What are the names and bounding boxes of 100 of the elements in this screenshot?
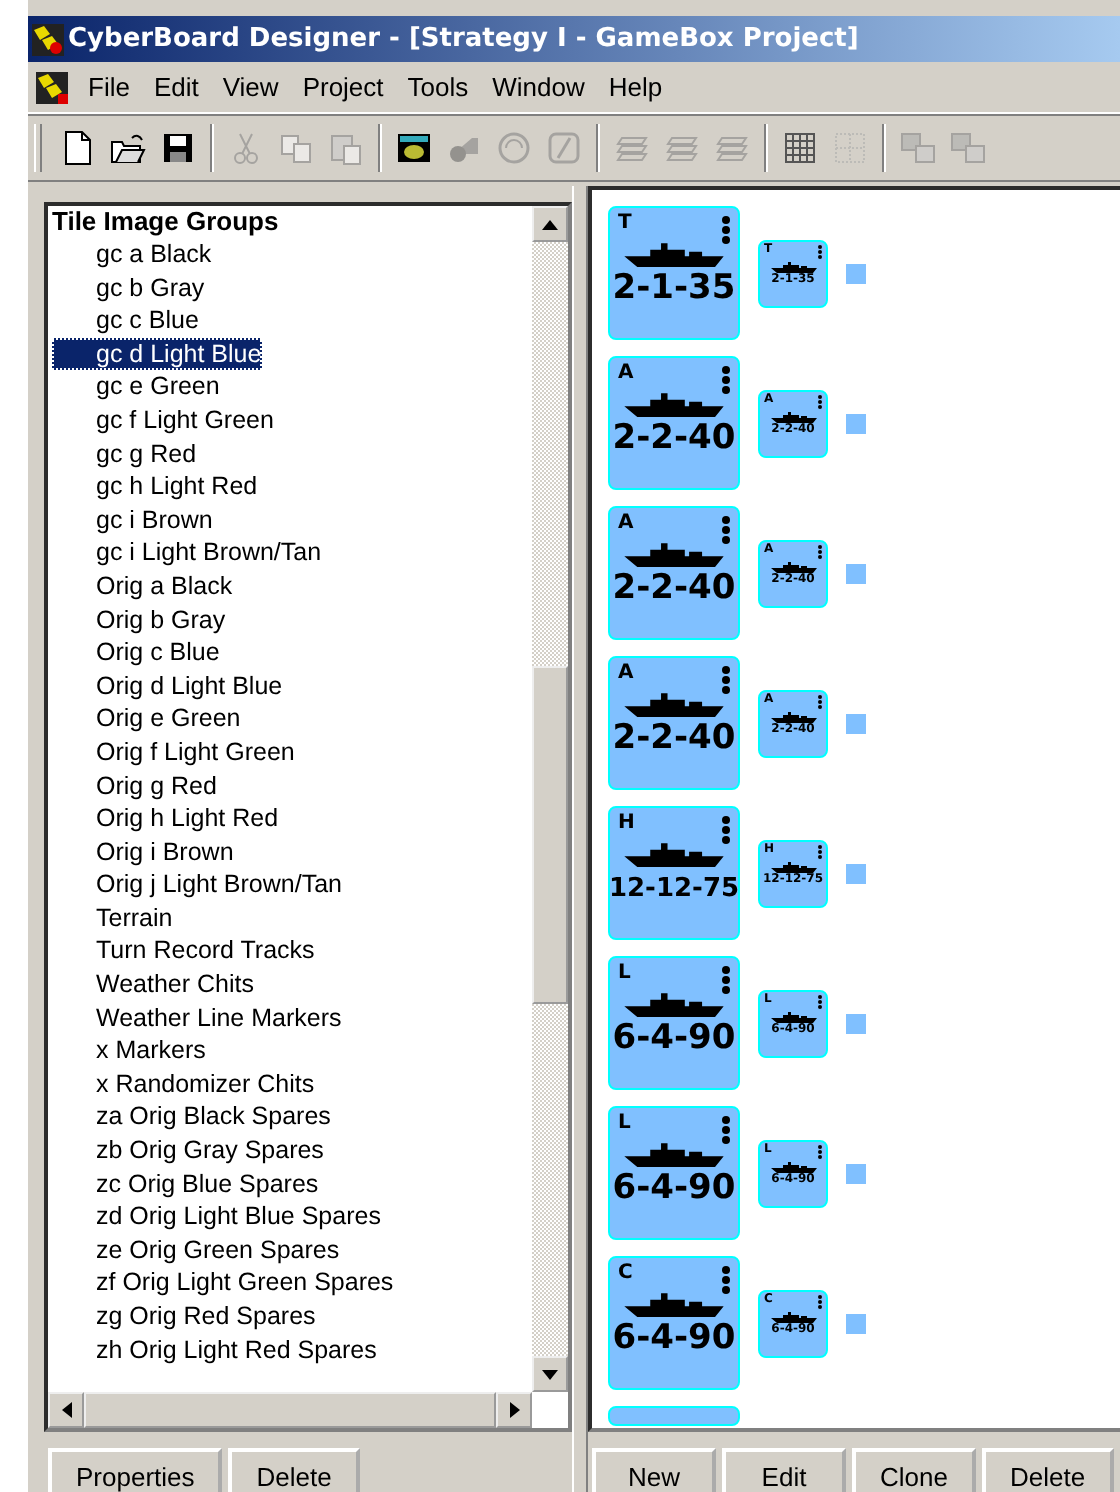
- ship-tile[interactable]: A 2-2-40: [608, 356, 740, 490]
- group-item[interactable]: gc i Brown: [52, 503, 213, 537]
- ship-silhouette-icon: [620, 688, 728, 720]
- menu-item[interactable]: File: [76, 72, 142, 102]
- left-arrow-icon[interactable]: [61, 1402, 71, 1418]
- group-item[interactable]: gc g Red: [52, 437, 197, 471]
- tile-type-label: A: [618, 514, 634, 538]
- scroll-thumb[interactable]: [532, 665, 568, 1004]
- color-swatch[interactable]: [846, 563, 866, 583]
- ship-silhouette-icon: [767, 259, 819, 273]
- ship-tile[interactable]: L 6-4-90: [608, 1106, 740, 1240]
- menu-item[interactable]: View: [210, 72, 291, 102]
- group-item[interactable]: x Randomizer Chits: [52, 1067, 315, 1101]
- down-arrow-icon[interactable]: [542, 1369, 558, 1379]
- tile-type-label: T: [618, 214, 632, 238]
- tile-type-label: C: [618, 1264, 633, 1288]
- group-item[interactable]: Orig f Light Green: [52, 735, 295, 769]
- group-item[interactable]: gc i Light Brown/Tan: [52, 536, 322, 570]
- group-item[interactable]: gc f Light Green: [52, 403, 274, 438]
- color-swatch[interactable]: [846, 1163, 866, 1183]
- ship-silhouette-icon: [767, 709, 819, 723]
- ship-tile[interactable]: C 6-4-90: [608, 1256, 740, 1390]
- ship-silhouette-icon: [767, 1309, 819, 1323]
- group-item[interactable]: za Orig Black Spares: [52, 1100, 331, 1135]
- ship-tile[interactable]: H 12-12-75: [608, 806, 740, 940]
- ship-silhouette-icon: [620, 388, 728, 420]
- tile-stats-label: 6-4-90: [612, 1320, 736, 1358]
- ship-tile[interactable]: [608, 1406, 740, 1426]
- group-item[interactable]: zb Orig Gray Spares: [52, 1134, 324, 1168]
- color-swatch[interactable]: [846, 263, 866, 283]
- dots-icon: [722, 514, 730, 546]
- group-item[interactable]: ze Orig Green Spares: [52, 1233, 340, 1267]
- color-swatch[interactable]: [846, 863, 866, 883]
- dots-icon: [722, 964, 730, 996]
- ship-tile[interactable]: A 2-2-40: [608, 656, 740, 790]
- group-item[interactable]: gc e Green: [52, 370, 220, 404]
- dots-icon: [722, 214, 730, 246]
- group-item[interactable]: gc c Blue: [52, 304, 199, 338]
- tile-stats-label: 2-2-40: [612, 420, 736, 458]
- dots-icon: [722, 664, 730, 696]
- splitter-bar[interactable]: [572, 186, 588, 1492]
- group-item[interactable]: Orig j Light Brown/Tan: [52, 868, 342, 902]
- group-item[interactable]: gc b Gray: [52, 271, 205, 305]
- group-item[interactable]: Orig d Light Blue: [52, 669, 283, 703]
- color-swatch[interactable]: [846, 413, 866, 433]
- menu-item[interactable]: Help: [596, 72, 675, 102]
- tile-button[interactable]: New: [592, 1448, 716, 1492]
- dots-icon: [722, 1114, 730, 1146]
- color-swatch[interactable]: [846, 713, 866, 733]
- color-swatch[interactable]: [846, 1313, 866, 1333]
- group-item[interactable]: Weather Chits: [52, 968, 254, 1002]
- group-item[interactable]: Orig e Green: [52, 702, 241, 736]
- document-logo-icon[interactable]: [36, 71, 68, 103]
- group-item[interactable]: Turn Record Tracks: [52, 934, 315, 969]
- ship-tile[interactable]: L 6-4-90: [608, 956, 740, 1090]
- group-item[interactable]: Orig c Blue: [52, 636, 220, 670]
- menu-item[interactable]: Project: [290, 72, 396, 102]
- group-button[interactable]: Properties: [48, 1448, 223, 1492]
- tile-stats-label: 2-2-40: [612, 570, 736, 608]
- group-item[interactable]: Orig h Light Red: [52, 802, 279, 836]
- group-item[interactable]: zg Orig Red Spares: [52, 1300, 316, 1334]
- ship-silhouette-icon: [767, 559, 819, 573]
- group-item[interactable]: gc a Black: [52, 238, 212, 272]
- group-item[interactable]: gc h Light Red: [52, 470, 258, 504]
- group-item[interactable]: Orig b Gray: [52, 603, 226, 637]
- app-logo-icon: [32, 23, 64, 55]
- group-item[interactable]: Weather Line Markers: [52, 1001, 342, 1035]
- up-arrow-icon[interactable]: [542, 219, 558, 229]
- group-item[interactable]: zd Orig Light Blue Spares: [52, 1200, 381, 1234]
- group-item[interactable]: zh Orig Light Red Spares: [52, 1333, 377, 1367]
- ship-silhouette-icon: [620, 988, 728, 1020]
- group-item[interactable]: gc d Light Blue: [52, 337, 262, 371]
- dots-icon: [722, 364, 730, 396]
- vertical-scrollbar[interactable]: [532, 206, 568, 1392]
- tile-button[interactable]: Edit: [722, 1448, 846, 1492]
- tile-button[interactable]: Clone: [852, 1448, 976, 1492]
- group-item[interactable]: x Markers: [52, 1034, 206, 1068]
- group-item[interactable]: Orig g Red: [52, 769, 217, 803]
- color-swatch[interactable]: [846, 1013, 866, 1033]
- ship-silhouette-icon: [767, 859, 819, 873]
- menu-item[interactable]: Tools: [395, 72, 481, 102]
- group-item[interactable]: Orig i Brown: [52, 835, 234, 869]
- menu-item[interactable]: Window: [480, 72, 597, 102]
- tile-type-label: A: [618, 364, 634, 388]
- tile-stats-label: 2-2-40: [612, 720, 736, 758]
- menu-item[interactable]: Edit: [141, 72, 211, 102]
- dots-icon: [722, 1264, 730, 1296]
- group-item[interactable]: Terrain: [52, 901, 173, 935]
- ship-tile[interactable]: A 2-2-40: [608, 506, 740, 640]
- ship-tile[interactable]: T 2-1-35: [608, 206, 740, 340]
- tile-stats-label: 6-4-90: [612, 1020, 736, 1058]
- group-item[interactable]: Orig a Black: [52, 569, 233, 604]
- list-heading: Tile Image Groups: [52, 206, 281, 238]
- window-title: CyberBoard Designer - [Strategy I - GameBox Project]: [68, 24, 859, 54]
- ship-silhouette-icon: [620, 238, 728, 270]
- group-item[interactable]: zf Orig Light Green Spares: [52, 1266, 394, 1300]
- group-button[interactable]: Delete: [228, 1448, 360, 1492]
- group-item[interactable]: zc Orig Blue Spares: [52, 1167, 319, 1201]
- right-arrow-icon[interactable]: [509, 1402, 519, 1418]
- tile-button[interactable]: Delete: [982, 1448, 1114, 1492]
